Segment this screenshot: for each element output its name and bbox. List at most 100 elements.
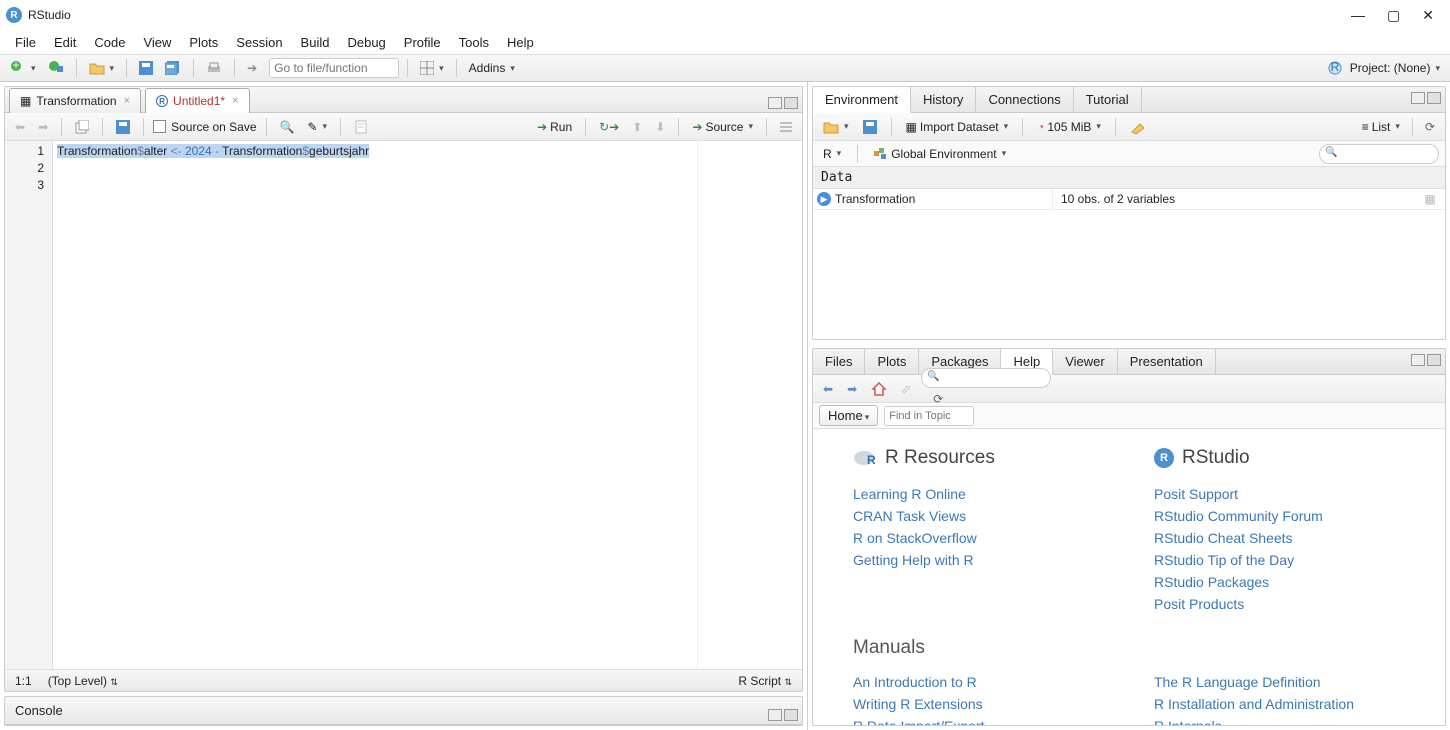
link-data-import[interactable]: R Data Import/Export [853,715,1114,725]
menu-code[interactable]: Code [85,32,134,53]
link-r-internals[interactable]: R Internals [1154,715,1415,725]
scope-selector[interactable]: (Top Level) ⇅ [48,674,118,688]
tab-untitled1[interactable]: R Untitled1* × [145,88,249,113]
menu-plots[interactable]: Plots [180,32,227,53]
language-scope[interactable]: R [819,143,845,165]
link-posit-products[interactable]: Posit Products [1154,593,1415,615]
close-tab-icon[interactable]: × [124,95,130,107]
link-tip-of-day[interactable]: RStudio Tip of the Day [1154,549,1415,571]
wand-button[interactable]: ✎ [303,116,331,138]
pane-maximize-button[interactable] [1427,92,1441,104]
pane-minimize-button[interactable] [768,97,782,109]
save-workspace-button[interactable] [859,116,881,138]
go-up-button[interactable]: ⬆ [628,116,646,138]
maximize-button[interactable]: ▢ [1387,7,1400,24]
outline-button[interactable] [776,116,796,138]
addins-button[interactable]: Addins [465,57,519,79]
link-intro-r[interactable]: An Introduction to R [853,671,1114,693]
source-on-save-checkbox[interactable] [153,120,166,133]
env-row-transformation[interactable]: ▶Transformation 10 obs. of 2 variables ▦ [813,189,1445,210]
pane-maximize-button[interactable] [1427,354,1441,366]
tab-history[interactable]: History [911,87,976,112]
help-home-dropdown[interactable]: Home [819,405,878,426]
link-posit-support[interactable]: Posit Support [1154,483,1415,505]
close-button[interactable]: ✕ [1422,7,1434,24]
expand-icon[interactable]: ▶ [817,192,831,206]
tab-console[interactable]: Console [5,697,73,724]
environment-scope[interactable]: Global Environment [870,143,1010,165]
menu-profile[interactable]: Profile [395,32,450,53]
go-down-button[interactable]: ⬇ [651,116,669,138]
help-content[interactable]: RR Resources Learning R Online CRAN Task… [813,429,1445,725]
help-search-input[interactable] [921,368,1051,388]
code-area[interactable]: Transformation$alter <- 2024 - Transform… [53,141,698,669]
menu-file[interactable]: File [6,32,45,53]
link-writing-ext[interactable]: Writing R Extensions [853,693,1114,715]
link-rstudio-packages[interactable]: RStudio Packages [1154,571,1415,593]
help-back-button[interactable]: ⬅ [819,378,837,400]
help-forward-button[interactable]: ➡ [843,378,861,400]
view-mode-button[interactable]: ≡ List [1358,116,1404,138]
find-button[interactable]: 🔍 [276,116,299,138]
find-in-topic-input[interactable] [884,406,974,426]
new-file-button[interactable]: + [6,57,40,79]
link-cheat-sheets[interactable]: RStudio Cheat Sheets [1154,527,1415,549]
help-home-button[interactable] [867,378,891,400]
menu-view[interactable]: View [134,32,180,53]
link-install-admin[interactable]: R Installation and Administration [1154,693,1415,715]
help-popout-button[interactable]: ⬀ [897,378,915,400]
minimize-button[interactable]: — [1351,7,1365,24]
source-button[interactable]: ➔ Source [688,116,757,138]
menu-help[interactable]: Help [498,32,543,53]
link-community-forum[interactable]: RStudio Community Forum [1154,505,1415,527]
clear-workspace-button[interactable] [1126,116,1150,138]
menu-edit[interactable]: Edit [45,32,85,53]
rerun-button[interactable]: ↻➔ [595,116,623,138]
new-project-button[interactable] [44,57,68,79]
menu-tools[interactable]: Tools [450,32,498,53]
menu-build[interactable]: Build [292,32,339,53]
project-menu[interactable]: Project: (None) [1346,57,1444,79]
print-button[interactable] [202,57,226,79]
pane-minimize-button[interactable] [1411,92,1425,104]
language-selector[interactable]: R Script ⇅ [738,674,792,688]
open-file-button[interactable] [85,57,119,79]
workspace-panes-button[interactable] [416,57,448,79]
close-tab-icon[interactable]: × [232,95,238,107]
save-button[interactable] [135,57,157,79]
nav-back-button[interactable]: ⬅ [11,116,29,138]
link-cran-task-views[interactable]: CRAN Task Views [853,505,1114,527]
link-r-stackoverflow[interactable]: R on StackOverflow [853,527,1114,549]
compile-report-button[interactable] [350,116,372,138]
run-button[interactable]: ➔ Run [533,116,576,138]
editor[interactable]: 1 2 3 Transformation$alter <- 2024 - Tra… [5,141,802,669]
save-button[interactable] [112,116,134,138]
show-in-new-window-button[interactable] [71,116,93,138]
memory-usage[interactable]: ◔ 105 MiB [1033,116,1105,138]
pane-maximize-button[interactable] [784,709,798,721]
pane-minimize-button[interactable] [1411,354,1425,366]
refresh-button[interactable]: ⟳ [1421,116,1439,138]
tab-transformation[interactable]: ▦ Transformation × [9,88,141,113]
view-table-icon[interactable]: ▦ [1415,192,1445,206]
pane-minimize-button[interactable] [768,709,782,721]
tab-connections[interactable]: Connections [976,87,1073,112]
tab-environment[interactable]: Environment [813,87,911,113]
pane-maximize-button[interactable] [784,97,798,109]
tab-tutorial[interactable]: Tutorial [1074,87,1142,112]
tab-plots[interactable]: Plots [865,349,919,374]
link-lang-def[interactable]: The R Language Definition [1154,671,1415,693]
save-all-button[interactable] [161,57,185,79]
menu-session[interactable]: Session [227,32,291,53]
open-workspace-button[interactable] [819,116,853,138]
nav-forward-button[interactable]: ➡ [34,116,52,138]
tab-files[interactable]: Files [813,349,865,374]
tab-viewer[interactable]: Viewer [1053,349,1118,374]
menu-debug[interactable]: Debug [338,32,394,53]
link-learning-r[interactable]: Learning R Online [853,483,1114,505]
env-search-input[interactable] [1319,144,1439,164]
goto-file-input[interactable] [269,58,399,78]
tab-presentation[interactable]: Presentation [1118,349,1216,374]
import-dataset-button[interactable]: ▦ Import Dataset [902,116,1013,138]
link-getting-help[interactable]: Getting Help with R [853,549,1114,571]
